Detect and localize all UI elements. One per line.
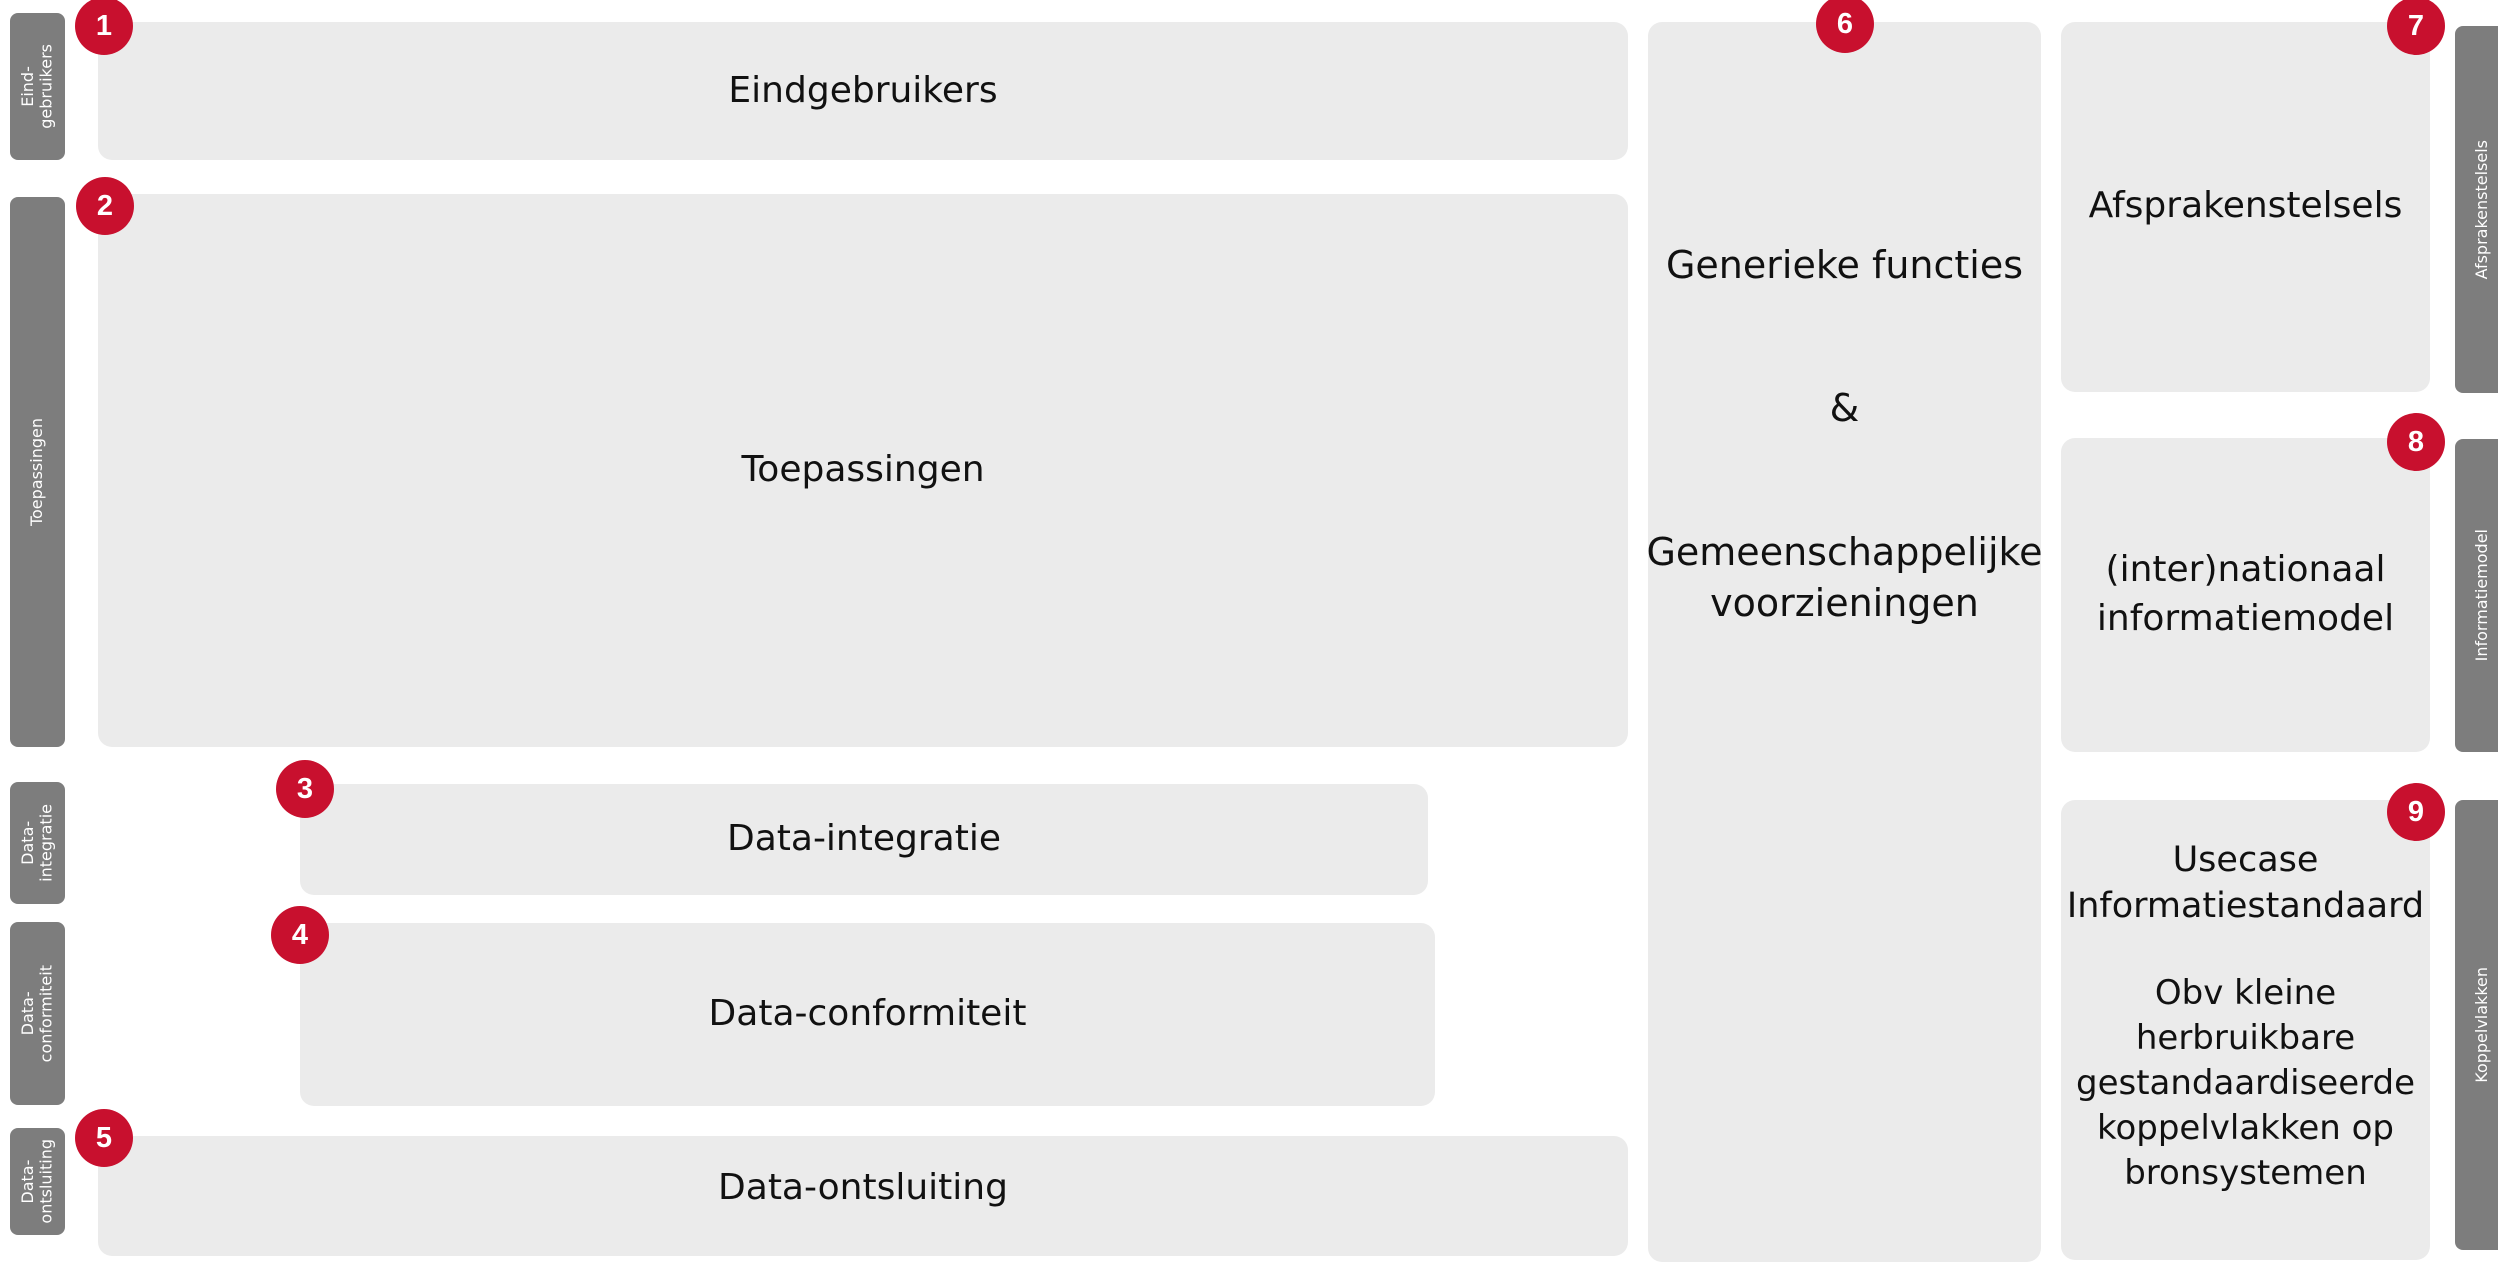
side-tab-informatiemodel: Informatiemodel [2455,439,2498,752]
side-tab-data-ontsluiting: Data- ontsluiting [10,1128,65,1235]
informatiemodel-box: (inter)nationaal informatiemodel [2061,438,2430,752]
koppelvlakken-box: Usecase Informatiestandaard Obv kleine h… [2061,800,2430,1260]
layer-label: Data-ontsluiting [718,1167,1008,1208]
side-tab-label: Informatiemodel [2472,529,2492,662]
layer-number-badge: 8 [2387,413,2445,471]
side-tab-label: Afsprakenstelsels [2472,139,2492,280]
layer-data-conformiteit: Data-conformiteit [300,923,1435,1106]
side-tab-eindgebruikers: Eind- gebruikers [10,13,65,160]
gemeenschappelijke-voorzieningen-label: Gemeenschappelijke voorzieningen [1646,529,2043,625]
side-tab-data-conformiteit: Data- conformiteit [10,922,65,1105]
layer-data-integratie: Data-integratie [300,784,1428,895]
layer-number-badge: 3 [276,760,334,818]
afsprakenstelsels-box: Afsprakenstelsels [2061,22,2430,392]
usecase-title: Usecase Informatiestandaard [2066,840,2425,926]
side-tab-label: Data- ontsluiting [18,1139,56,1224]
ampersand-label: & [1829,386,1860,431]
side-tab-koppelvlakken: Koppelvlakken [2455,800,2498,1250]
afsprakenstelsels-label: Afsprakenstelsels [2088,185,2403,226]
side-tab-label: Data- conformiteit [18,964,56,1063]
layer-data-ontsluiting: Data-ontsluiting [98,1136,1628,1256]
layer-label: Toepassingen [741,449,985,491]
side-tab-label: Eind- gebruikers [18,44,56,129]
layer-number-badge: 9 [2387,783,2445,841]
layer-number-badge: 2 [76,177,134,235]
layer-label: Data-conformiteit [708,993,1027,1035]
side-tab-toepassingen: Toepassingen [10,197,65,747]
generieke-functies-label: Generieke functies [1665,243,2024,287]
layer-label: Data-integratie [726,818,1001,860]
side-tab-label: Data- integratie [18,804,56,882]
side-tab-label: Toepassingen [27,417,47,527]
informatiemodel-label: (inter)nationaal informatiemodel [2096,549,2395,639]
layer-toepassingen: Toepassingen [98,194,1628,747]
usecase-body: Obv kleine herbruikbare gestandaardiseer… [2075,973,2416,1193]
layer-eindgebruikers: Eindgebruikers [98,22,1628,160]
layer-number-badge: 5 [75,1109,133,1167]
side-tab-afsprakenstelsels: Afsprakenstelsels [2455,26,2498,393]
side-tab-label: Koppelvlakken [2472,967,2492,1083]
layer-number-badge: 7 [2387,0,2445,55]
side-tab-data-integratie: Data- integratie [10,782,65,904]
generieke-functies-column: Generieke functies & Gemeenschappelijke … [1646,22,2043,1262]
layer-number-badge: 4 [271,906,329,964]
layer-label: Eindgebruikers [728,69,998,111]
